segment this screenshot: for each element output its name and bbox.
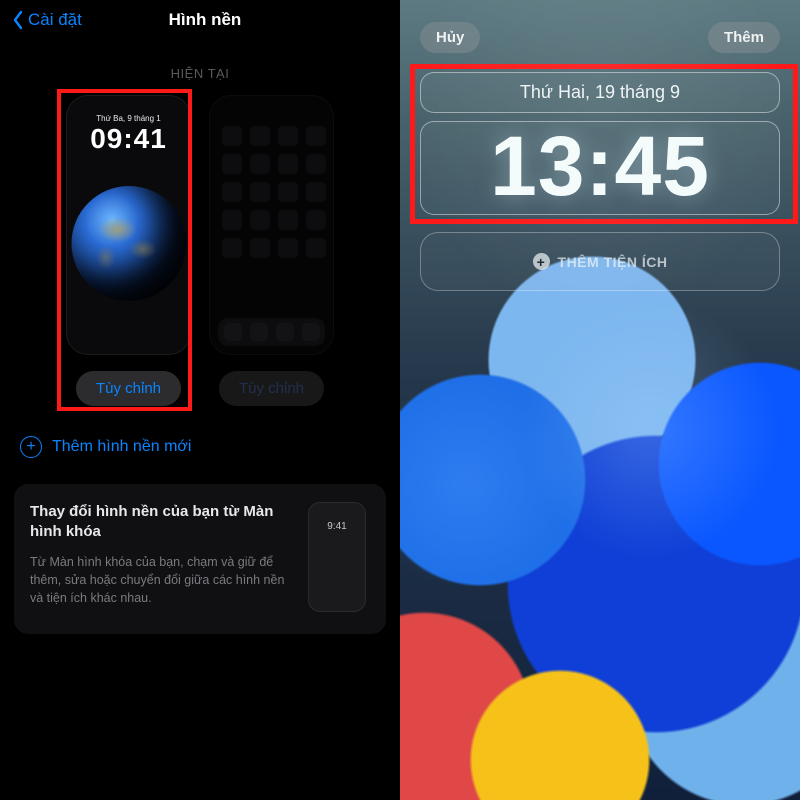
customize-homescreen-button[interactable]: Tùy chỉnh <box>219 371 324 406</box>
plus-icon: + <box>533 253 550 270</box>
tip-body: Từ Màn hình khóa của bạn, chạm và giữ để… <box>30 553 294 607</box>
current-section-label: HIỆN TẠI <box>0 66 400 81</box>
preview-date: Thứ Ba, 9 tháng 1 <box>67 114 190 123</box>
preview-time: 09:41 <box>67 123 190 155</box>
tip-title: Thay đổi hình nền của bạn từ Màn hình kh… <box>30 502 294 543</box>
add-wallpaper-button[interactable]: + Thêm hình nền mới <box>20 436 380 458</box>
settings-wallpaper-screen: Cài đặt Hình nền HIỆN TẠI Thứ Ba, 9 thán… <box>0 0 400 800</box>
homescreen-preview[interactable] <box>209 95 334 355</box>
cancel-button[interactable]: Hủy <box>420 22 480 53</box>
mini-phone-time: 9:41 <box>309 521 365 532</box>
home-grid-icon <box>222 126 321 258</box>
customize-lockscreen-button[interactable]: Tùy chỉnh <box>76 371 181 406</box>
clock-block: Thứ Hai, 19 tháng 9 13:45 <box>420 72 780 215</box>
time-widget[interactable]: 13:45 <box>420 121 780 215</box>
mini-phone-icon: 9:41 <box>308 502 366 612</box>
earth-icon <box>71 186 186 301</box>
nav-bar: Cài đặt Hình nền <box>0 0 400 38</box>
add-widget-label: THÊM TIỆN ÍCH <box>558 254 668 270</box>
add-widget-button[interactable]: + THÊM TIỆN ÍCH <box>420 232 780 291</box>
add-button[interactable]: Thêm <box>708 22 780 53</box>
wallpaper-previews: Thứ Ba, 9 tháng 1 09:41 Tùy chỉnh Tùy ch… <box>0 95 400 406</box>
editor-toolbar: Hủy Thêm <box>400 22 800 53</box>
lockscreen-editor: Hủy Thêm Thứ Hai, 19 tháng 9 13:45 + THÊ… <box>400 0 800 800</box>
dock-icon <box>218 318 325 346</box>
tip-illustration: 9:41 <box>308 502 370 612</box>
plus-circle-icon: + <box>20 436 42 458</box>
tip-card: Thay đổi hình nền của bạn từ Màn hình kh… <box>14 484 386 634</box>
page-title: Hình nền <box>22 10 388 30</box>
date-widget[interactable]: Thứ Hai, 19 tháng 9 <box>420 72 780 113</box>
add-wallpaper-label: Thêm hình nền mới <box>52 438 191 456</box>
lockscreen-preview[interactable]: Thứ Ba, 9 tháng 1 09:41 <box>66 95 191 355</box>
